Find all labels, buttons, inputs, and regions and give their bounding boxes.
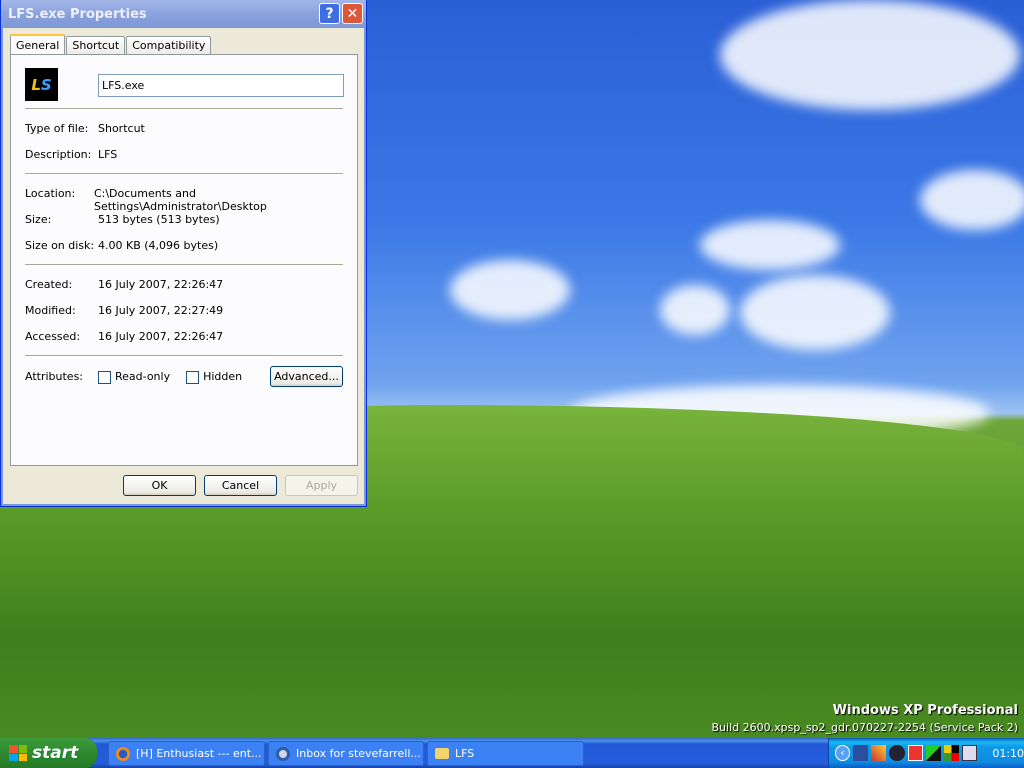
- task-label: Inbox for stevefarrell...: [296, 747, 421, 760]
- folder-icon: [435, 748, 449, 759]
- show-hidden-icons-chevron-icon[interactable]: ‹: [835, 745, 851, 761]
- tab-label: General: [16, 38, 60, 52]
- app-tray-icon[interactable]: [853, 745, 869, 761]
- description-label: Description:: [25, 148, 92, 161]
- windows-logo-icon: [9, 745, 27, 761]
- tab-compatibility[interactable]: Compatibility: [126, 36, 212, 54]
- task-label: LFS: [455, 747, 475, 760]
- close-button[interactable]: ✕: [342, 3, 363, 24]
- size-on-disk-label: Size on disk:: [25, 239, 95, 252]
- created-value: 16 July 2007, 22:26:47: [98, 278, 224, 291]
- tab-label: Shortcut: [72, 39, 120, 52]
- title-bar[interactable]: LFS.exe Properties: [1, 0, 366, 28]
- apply-button[interactable]: Apply: [285, 475, 358, 496]
- created-label: Created:: [25, 278, 73, 291]
- taskbar-item-lfs-folder[interactable]: LFS: [427, 741, 584, 766]
- checkbox-box[interactable]: [186, 370, 200, 384]
- lfs-app-icon: LS: [25, 68, 58, 101]
- play-icon[interactable]: [925, 745, 941, 761]
- modified-label: Modified:: [25, 304, 76, 317]
- system-tray: ‹ 01:10: [828, 738, 1024, 768]
- checkbox-box[interactable]: [98, 370, 111, 384]
- location-value: C:\Documents and Settings\Administrator\…: [93, 187, 267, 213]
- attributes-label: Attributes:: [25, 370, 84, 383]
- color-grid-icon[interactable]: [943, 745, 960, 761]
- description-value: LFS: [98, 148, 118, 161]
- hidden-label: Hidden: [203, 370, 243, 383]
- thunderbird-icon: [276, 746, 290, 761]
- advanced-button[interactable]: Advanced...: [270, 366, 343, 387]
- readonly-label: Read-only: [115, 370, 171, 383]
- firefox-icon: [116, 746, 130, 761]
- taskbar: start [H] Enthusiast --- ent... Inbox fo…: [0, 738, 1024, 768]
- clock[interactable]: 01:10: [992, 747, 1024, 760]
- file-name-input[interactable]: LFS.exe: [98, 74, 344, 97]
- type-label: Type of file:: [25, 122, 89, 135]
- location-label: Location:: [25, 187, 76, 200]
- start-label: start: [32, 743, 79, 763]
- accessed-value: 16 July 2007, 22:26:47: [98, 330, 224, 343]
- size-value: 513 bytes (513 bytes): [98, 213, 220, 226]
- ok-button[interactable]: OK: [123, 475, 196, 496]
- pg-icon[interactable]: [889, 745, 905, 761]
- properties-dialog: LFS.exe Properties ? ✕ General Shortcut …: [0, 0, 367, 507]
- accessed-label: Accessed:: [25, 330, 81, 343]
- task-label: [H] Enthusiast --- ent...: [136, 747, 262, 760]
- size-label: Size:: [25, 213, 52, 226]
- modified-value: 16 July 2007, 22:27:49: [98, 304, 224, 317]
- tab-general[interactable]: General: [10, 34, 66, 54]
- cancel-button[interactable]: Cancel: [204, 475, 277, 496]
- tab-shortcut[interactable]: Shortcut: [66, 36, 126, 54]
- readonly-checkbox[interactable]: Read-only: [98, 370, 170, 384]
- tab-label: Compatibility: [132, 39, 206, 52]
- taskbar-item-firefox[interactable]: [H] Enthusiast --- ent...: [108, 741, 265, 766]
- help-button[interactable]: ?: [319, 3, 340, 24]
- network-connection-icon[interactable]: [962, 745, 978, 761]
- hidden-checkbox[interactable]: Hidden: [186, 370, 242, 384]
- blocked-icon[interactable]: [907, 745, 923, 761]
- type-value: Shortcut: [98, 122, 145, 135]
- taskbar-item-thunderbird[interactable]: Inbox for stevefarrell...: [268, 741, 424, 766]
- dialog-title: LFS.exe Properties: [8, 6, 147, 22]
- network-tools-icon[interactable]: [871, 745, 887, 761]
- windows-edition: Windows XP Professional: [832, 703, 1018, 718]
- size-on-disk-value: 4.00 KB (4,096 bytes): [98, 239, 219, 252]
- general-panel: LS LFS.exe Type of file: Shortcut Descrip…: [10, 54, 358, 466]
- start-button[interactable]: start: [0, 738, 97, 768]
- windows-build: Build 2600.xpsp_sp2_gdr.070227-2254 (Ser…: [711, 721, 1018, 734]
